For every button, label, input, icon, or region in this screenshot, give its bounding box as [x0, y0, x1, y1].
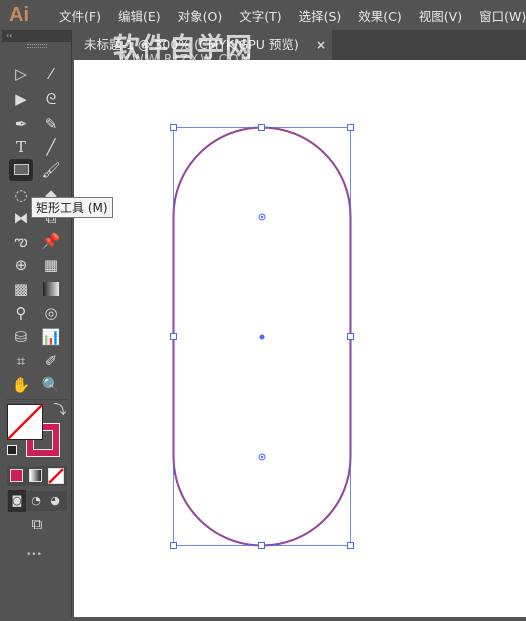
more-tools-button[interactable]: ••• — [26, 550, 42, 560]
slice-tool-icon[interactable]: ✐ — [39, 350, 63, 372]
document-tab-bar: 未标题-1 @ 300% (CMYK/GPU 预览) × — [74, 30, 526, 60]
column-graph-icon[interactable]: 📊 — [39, 326, 63, 348]
handle-top-right[interactable] — [347, 124, 354, 131]
direct-selection-icon[interactable]: ▶ — [9, 88, 33, 110]
swap-fill-stroke-icon[interactable]: ⤵ — [48, 400, 72, 422]
handle-right[interactable] — [347, 333, 354, 340]
collapse-button[interactable]: ‹‹ — [2, 30, 71, 42]
menu-file[interactable]: 文件(F) — [59, 6, 101, 25]
artboard-canvas[interactable] — [74, 60, 526, 617]
type-tool-icon[interactable]: T — [9, 136, 33, 158]
zoom-tool-icon[interactable]: 🔍 — [39, 374, 63, 396]
gradient-button[interactable] — [29, 469, 42, 482]
corner-widget-bottom-dot — [260, 455, 264, 459]
curvature-tool-icon[interactable]: ✎ — [39, 113, 63, 135]
panel-grip[interactable] — [27, 44, 47, 48]
tool-tooltip: 矩形工具 (M) — [31, 197, 113, 218]
line-tool-icon[interactable]: ╱ — [39, 136, 63, 158]
puppet-warp-icon[interactable]: ఌ — [9, 230, 33, 252]
draw-inside-icon[interactable]: ◕ — [46, 490, 64, 512]
reflect-tool-icon[interactable]: ⧓ — [9, 207, 33, 229]
document-tab[interactable]: 未标题-1 @ 300% (CMYK/GPU 预览) × — [74, 30, 332, 60]
document-tab-title: 未标题-1 @ 300% (CMYK/GPU 预览) — [84, 37, 299, 52]
app-logo: Ai — [9, 3, 29, 26]
color-button[interactable] — [10, 469, 23, 482]
artboard-tool-icon[interactable]: ⌗ — [9, 350, 33, 372]
lasso-icon[interactable]: ᘓ — [39, 88, 63, 110]
handle-bottom-right[interactable] — [347, 542, 354, 549]
selection-tool-icon[interactable]: ▷ — [9, 63, 33, 85]
pin-icon[interactable]: 📌 — [39, 230, 63, 252]
artwork — [170, 124, 354, 549]
handle-top[interactable] — [258, 124, 265, 131]
draw-normal-icon[interactable]: ◙ — [8, 490, 26, 512]
draw-behind-icon[interactable]: ◔ — [27, 490, 45, 512]
paintbrush-icon[interactable]: 🖌 — [39, 159, 63, 181]
tools-panel: ‹‹ ▷ ⁄ ▶ ᘓ ✒ ✎ T ╱ 🖌 ◌ ◆ ⧓ ⧉ ఌ 📌 ⊕ ▦ ▩ ⚲… — [2, 30, 72, 617]
eyedropper-icon[interactable]: ⚲ — [9, 302, 33, 324]
menu-window[interactable]: 窗口(W) — [479, 6, 526, 25]
handle-left[interactable] — [170, 333, 177, 340]
default-colors-icon[interactable] — [7, 445, 17, 455]
magic-wand-icon[interactable]: ⁄ — [39, 63, 63, 85]
fill-swatch-none[interactable] — [7, 404, 43, 440]
perspective-grid-icon[interactable]: ▦ — [39, 254, 63, 276]
menu-type[interactable]: 文字(T) — [239, 6, 281, 25]
menu-edit[interactable]: 编辑(E) — [118, 6, 161, 25]
handle-bottom-left[interactable] — [170, 542, 177, 549]
mesh-tool-icon[interactable]: ▩ — [9, 278, 33, 300]
menu-select[interactable]: 选择(S) — [299, 6, 342, 25]
handle-top-left[interactable] — [170, 124, 177, 131]
center-point — [259, 334, 265, 340]
shaper-tool-icon[interactable]: ◌ — [9, 184, 33, 206]
symbol-sprayer-icon[interactable]: ⛁ — [9, 326, 33, 348]
gradient-tool-icon[interactable] — [39, 278, 63, 300]
corner-widget-top-dot — [260, 215, 264, 219]
screen-mode-icon[interactable]: ⧉ — [24, 513, 50, 535]
menu-object[interactable]: 对象(O) — [178, 6, 223, 25]
close-tab-button[interactable]: × — [316, 30, 326, 60]
rectangle-tool-icon[interactable] — [9, 159, 33, 181]
pen-tool-icon[interactable]: ✒ — [9, 113, 33, 135]
none-button[interactable] — [48, 468, 64, 484]
menu-view[interactable]: 视图(V) — [419, 6, 462, 25]
menu-bar: Ai 文件(F) 编辑(E) 对象(O) 文字(T) 选择(S) 效果(C) 视… — [0, 0, 526, 30]
handle-bottom[interactable] — [258, 542, 265, 549]
shape-builder-icon[interactable]: ⊕ — [9, 254, 33, 276]
menu-effect[interactable]: 效果(C) — [358, 6, 401, 25]
blend-tool-icon[interactable]: ◎ — [39, 302, 63, 324]
hand-tool-icon[interactable]: ✋ — [9, 374, 33, 396]
